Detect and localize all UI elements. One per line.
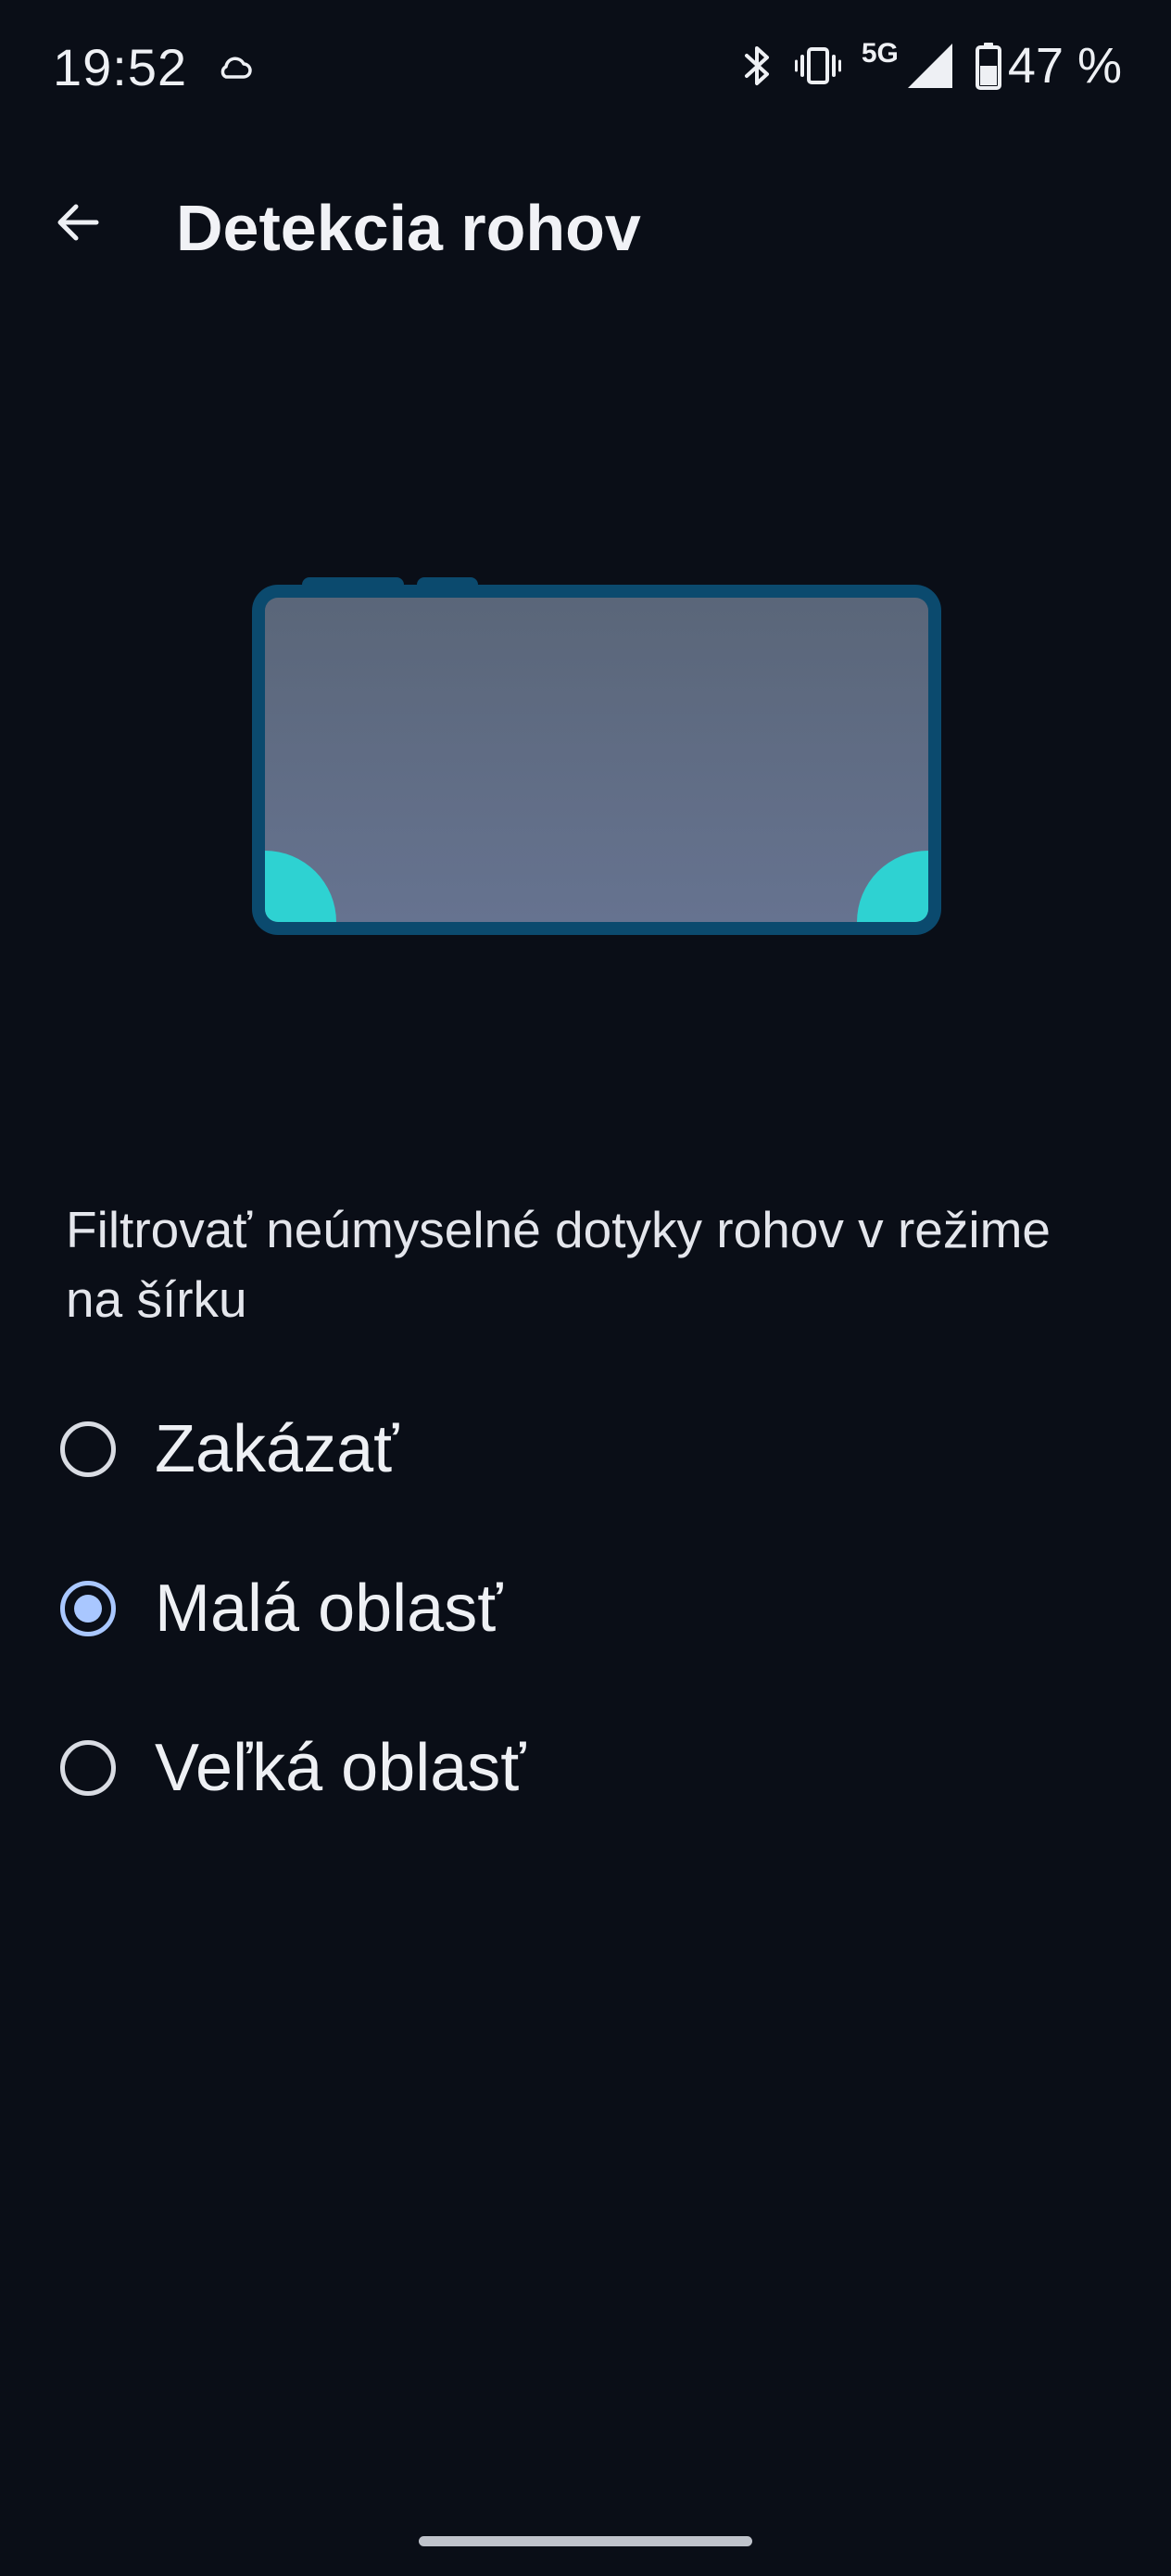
status-icons: 5G 47 % [741,33,1122,98]
page-title: Detekcia rohov [176,192,641,264]
network-type: 5G [861,38,899,69]
setting-description: Filtrovať neúmyselné dotyky rohov v reži… [66,1201,1051,1328]
battery: 47 % [975,33,1122,98]
gesture-nav-handle[interactable] [419,2536,752,2546]
option-label: Zakázať [155,1412,399,1486]
option-label: Malá oblasť [155,1572,503,1646]
vibrate-icon [794,47,841,84]
battery-icon [975,43,1001,90]
option-label: Veľká oblasť [155,1731,526,1805]
radio-selected-dot [74,1595,102,1623]
radio-button[interactable] [60,1421,116,1477]
battery-percentage: 47 % [1007,38,1122,94]
weather-cloud-icon [220,57,252,79]
option-disable[interactable]: Zakázať [0,1370,1171,1529]
phone-screen [265,598,928,922]
corner-detection-options: Zakázať Malá oblasť Veľká oblasť [0,1370,1171,1848]
option-small-area[interactable]: Malá oblasť [0,1529,1171,1688]
radio-button[interactable] [60,1740,116,1796]
corner-detection-illustration [252,577,941,935]
arrow-back-icon [57,204,99,241]
back-button[interactable] [41,185,115,259]
signal-icon [907,44,952,88]
radio-button-selected[interactable] [60,1581,116,1636]
bluetooth-icon [744,46,769,85]
option-large-area[interactable]: Veľká oblasť [0,1688,1171,1848]
status-bar: 19:52 5G 47 % [0,0,1171,130]
status-time: 19:52 [53,38,188,96]
